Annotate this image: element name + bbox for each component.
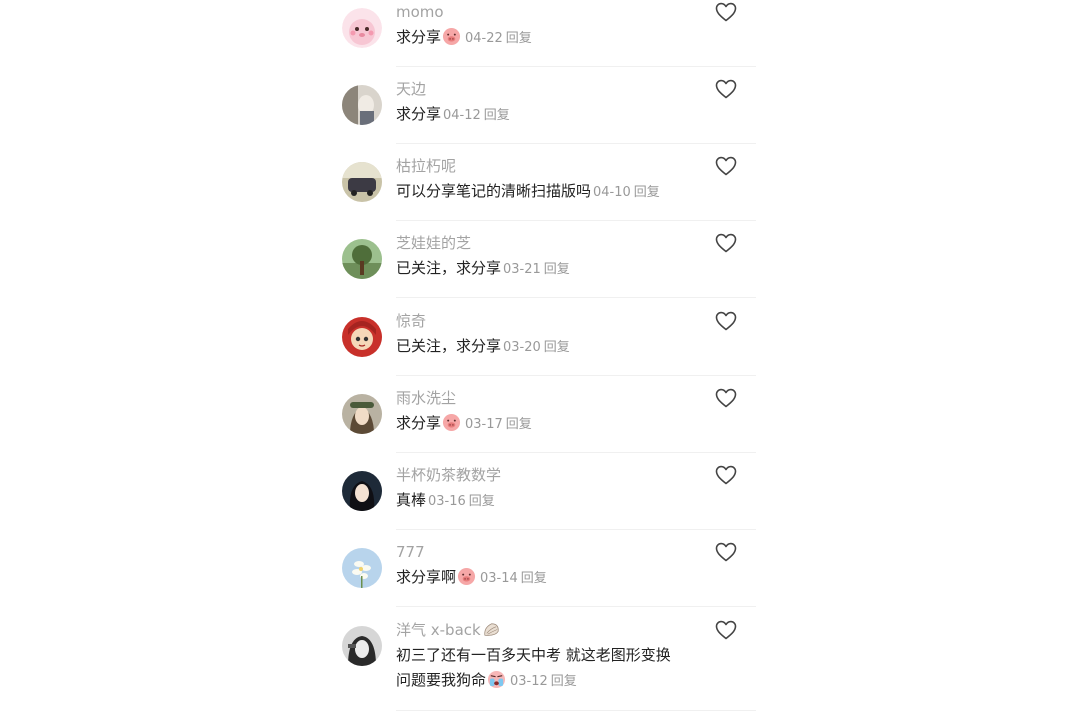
username[interactable]: 777 (396, 542, 425, 562)
username[interactable]: 天边 (396, 79, 426, 99)
comment-list: momo 求分享 04-22 回复 天边 求分享 04-12 回复 枯拉朽呢 可以分享笔… (0, 0, 1080, 720)
comment-text-line-1: 初三了还有一百多天中考 就这老图形变换 (396, 646, 671, 664)
comment-body: 初三了还有一百多天中考 就这老图形变换 问题要我狗命 03-12 回复 (396, 643, 716, 694)
comment-date: 03-14 (480, 571, 518, 586)
reply-button[interactable]: 回复 (551, 674, 577, 689)
comment-text: 求分享 (396, 105, 442, 123)
username[interactable]: 枯拉朽呢 (396, 156, 456, 176)
comment-text: 求分享啊 (396, 568, 457, 586)
like-heart-icon[interactable] (714, 540, 738, 564)
avatar[interactable] (342, 85, 382, 125)
avatar[interactable] (342, 317, 382, 357)
username[interactable]: 芝娃娃的芝 (396, 233, 471, 253)
like-heart-icon[interactable] (714, 154, 738, 178)
comment-body: 可以分享笔记的清晰扫描版吗 04-10 回复 (396, 179, 716, 205)
comment-text: 已关注，求分享 (396, 259, 502, 277)
shell-icon (482, 620, 501, 639)
divider (396, 529, 756, 530)
username[interactable]: 惊奇 (396, 311, 426, 331)
comment-text: 求分享 (396, 28, 442, 46)
comment-date: 03-20 (503, 340, 541, 355)
reply-button[interactable]: 回复 (544, 340, 570, 355)
comment-text: 求分享 (396, 414, 442, 432)
blushing-pig-face-icon (442, 27, 461, 46)
divider (396, 66, 756, 67)
comment-date: 03-16 (428, 494, 466, 509)
reply-button[interactable]: 回复 (521, 571, 547, 586)
comment-body: 已关注，求分享 03-20 回复 (396, 334, 716, 360)
comment-text: 真棒 (396, 491, 427, 509)
comment-body: 求分享啊 03-14 回复 (396, 565, 716, 591)
blushing-pig-face-icon (457, 567, 476, 586)
blushing-pig-face-icon (442, 413, 461, 432)
reply-button[interactable]: 回复 (506, 31, 532, 46)
username[interactable]: 半杯奶茶教数学 (396, 465, 501, 485)
avatar[interactable] (342, 8, 382, 48)
avatar[interactable] (342, 548, 382, 588)
crying-face-icon (487, 670, 506, 689)
avatar[interactable] (342, 626, 382, 666)
like-heart-icon[interactable] (714, 77, 738, 101)
divider (396, 710, 756, 711)
comment-date: 04-10 (593, 185, 631, 200)
reply-button[interactable]: 回复 (506, 417, 532, 432)
username-text: 洋气 x-back (396, 621, 481, 639)
divider (396, 220, 756, 221)
like-heart-icon[interactable] (714, 463, 738, 487)
reply-button[interactable]: 回复 (484, 108, 510, 123)
comment-text-line-2: 问题要我狗命 (396, 671, 487, 689)
divider (396, 375, 756, 376)
comment-date: 04-22 (465, 31, 503, 46)
like-heart-icon[interactable] (714, 386, 738, 410)
like-heart-icon[interactable] (714, 0, 738, 24)
username[interactable]: 雨水洗尘 (396, 388, 456, 408)
reply-button[interactable]: 回复 (469, 494, 495, 509)
divider (396, 297, 756, 298)
comment-body: 求分享 04-22 回复 (396, 25, 716, 51)
like-heart-icon[interactable] (714, 618, 738, 642)
comment-body: 真棒 03-16 回复 (396, 488, 716, 514)
comment-body: 求分享 04-12 回复 (396, 102, 716, 128)
comment-date: 03-12 (510, 674, 548, 689)
comment-body: 求分享 03-17 回复 (396, 411, 716, 437)
comment-body: 已关注，求分享 03-21 回复 (396, 256, 716, 282)
comment-date: 04-12 (443, 108, 481, 123)
username[interactable]: 洋气 x-back (396, 620, 503, 640)
divider (396, 452, 756, 453)
comment-date: 03-21 (503, 262, 541, 277)
avatar[interactable] (342, 162, 382, 202)
comment-text: 可以分享笔记的清晰扫描版吗 (396, 182, 592, 200)
divider (396, 606, 756, 607)
comment-text: 已关注，求分享 (396, 337, 502, 355)
avatar[interactable] (342, 239, 382, 279)
avatar[interactable] (342, 471, 382, 511)
like-heart-icon[interactable] (714, 231, 738, 255)
reply-button[interactable]: 回复 (544, 262, 570, 277)
username[interactable]: momo (396, 2, 444, 22)
reply-button[interactable]: 回复 (634, 185, 660, 200)
comment-date: 03-17 (465, 417, 503, 432)
divider (396, 143, 756, 144)
like-heart-icon[interactable] (714, 309, 738, 333)
avatar[interactable] (342, 394, 382, 434)
